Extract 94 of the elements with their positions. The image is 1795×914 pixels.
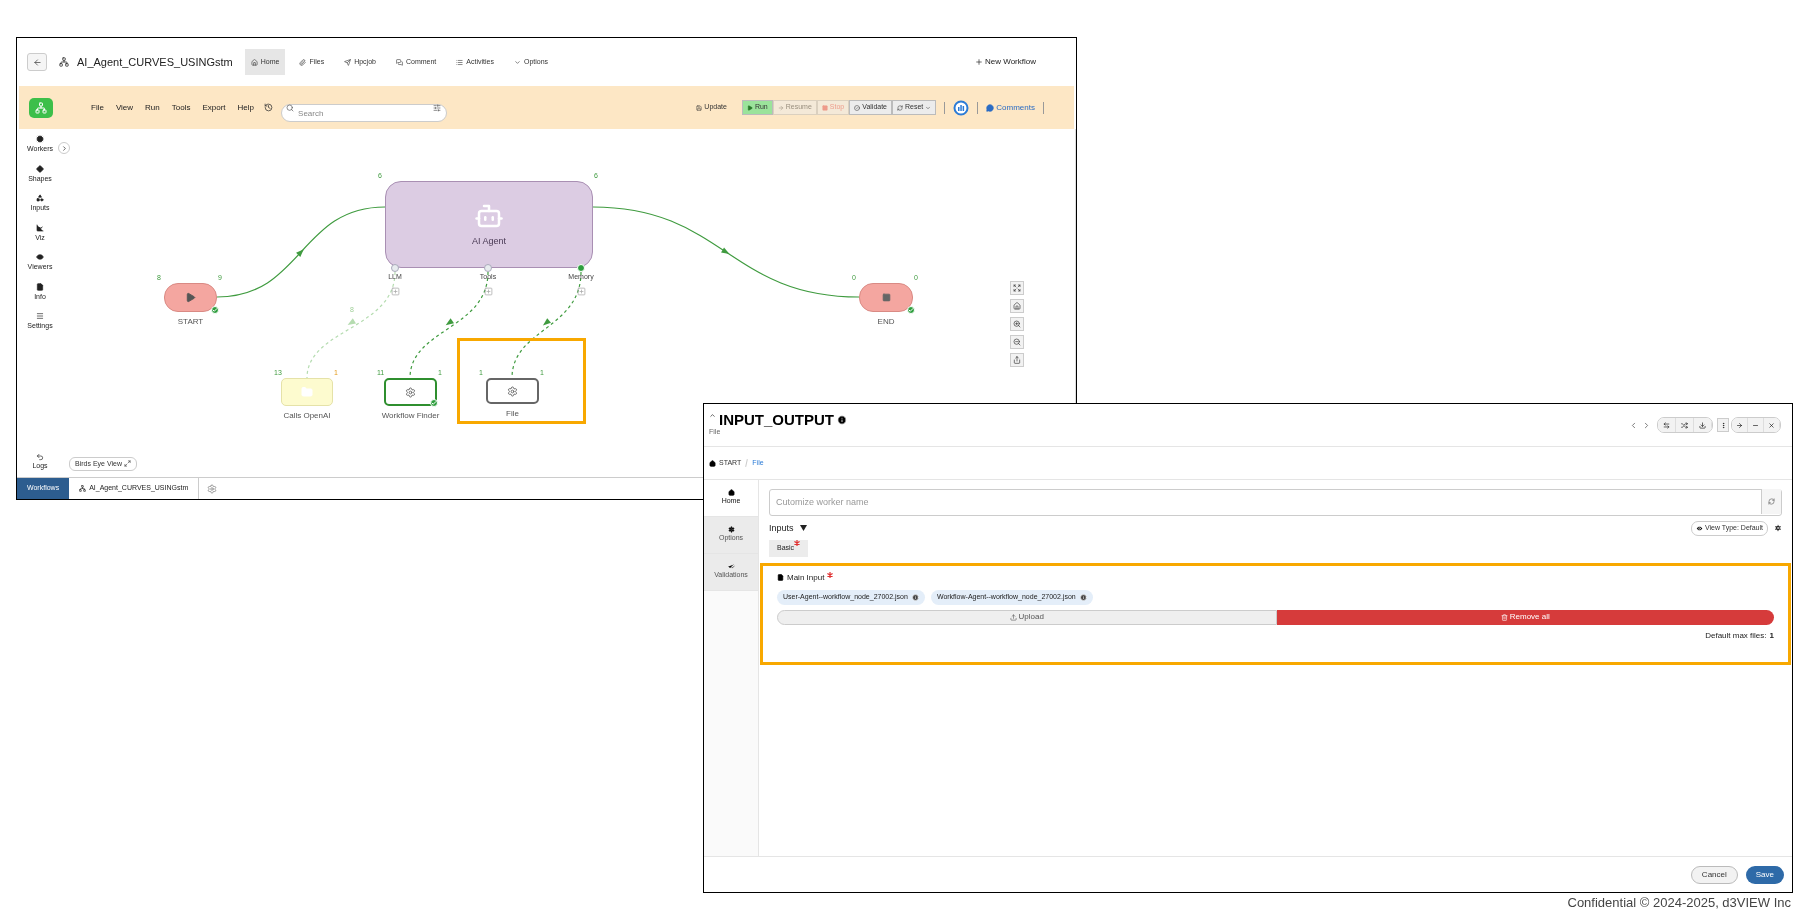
file-icon (777, 574, 784, 581)
menu-item[interactable]: View (113, 101, 136, 114)
chart-icon (36, 223, 44, 232)
inputs-label: Inputs (769, 521, 794, 535)
close-icon[interactable] (1764, 418, 1780, 432)
app-logo (29, 97, 53, 118)
back-icon[interactable] (27, 53, 47, 71)
download-icon[interactable] (1694, 418, 1712, 432)
stop-icon (881, 293, 891, 302)
stop-icon (821, 104, 828, 111)
plus-icon (975, 58, 983, 66)
menu-item[interactable]: Help (235, 101, 257, 114)
paperclip-icon (299, 58, 307, 66)
agent-node[interactable]: AI Agent (385, 181, 593, 268)
upload-button[interactable]: Upload (777, 609, 1277, 625)
add-icon[interactable] (390, 287, 400, 296)
search-icon (286, 103, 295, 112)
expand-icon[interactable] (58, 142, 70, 154)
dialog-title: INPUT_OUTPUT (719, 412, 834, 428)
dialog-button[interactable]: Cancel (1690, 865, 1738, 884)
save-icon (696, 104, 703, 111)
section-label: Main Input (787, 571, 825, 584)
previous-icon[interactable] (1629, 420, 1638, 430)
more-icon[interactable] (1717, 418, 1729, 432)
workflow-icon (59, 57, 69, 67)
next-icon[interactable] (1642, 420, 1651, 430)
workflow-title: AI_Agent_CURVES_USINGstm (77, 54, 233, 70)
node-label: START (176, 316, 205, 328)
menu-item[interactable]: Run (143, 101, 162, 114)
add-icon[interactable] (576, 287, 586, 296)
end-node[interactable] (859, 283, 913, 312)
node[interactable] (486, 378, 539, 404)
export-icon[interactable] (1010, 353, 1024, 367)
menu-item[interactable]: Export (200, 101, 228, 114)
search-field[interactable]: Search (281, 104, 448, 122)
play-icon (746, 104, 753, 111)
remove-all-button[interactable]: Remove all (1276, 609, 1774, 625)
start-node[interactable] (164, 283, 217, 312)
folder-icon (301, 386, 313, 398)
comments-button[interactable]: Comments (986, 101, 1035, 114)
chat-bubble-icon (986, 103, 995, 112)
max-files-label: Default max files: (1705, 629, 1767, 642)
port[interactable] (484, 264, 492, 272)
info-icon (1079, 593, 1087, 601)
paper-plane-icon (344, 58, 352, 66)
settings-icon[interactable] (1774, 524, 1782, 533)
collapse-icon[interactable] (709, 412, 716, 420)
refresh-icon (897, 104, 903, 111)
node-label: Workflow Finder (380, 410, 441, 422)
zoom-out-icon[interactable] (1010, 335, 1024, 349)
check-icon (430, 399, 438, 407)
fit-icon[interactable] (1010, 281, 1024, 295)
worker-name-field[interactable]: Cutomize worker name (769, 488, 1782, 516)
check-circle-icon (854, 104, 861, 111)
diamond-icon (36, 164, 44, 173)
caret-icon (513, 58, 521, 66)
undo-icon (36, 452, 44, 461)
check-icon (211, 306, 219, 314)
filter-icon[interactable] (799, 525, 807, 532)
menu-item[interactable]: File (89, 101, 106, 114)
port[interactable] (391, 264, 399, 272)
shuffle-icon[interactable] (1676, 418, 1694, 432)
expand-icon (123, 460, 131, 468)
dialog-button[interactable]: Save (1745, 865, 1784, 884)
chat-icon (395, 58, 403, 66)
progress-ring-icon[interactable] (953, 99, 970, 116)
arrow-right-icon[interactable] (1732, 418, 1748, 432)
node[interactable] (384, 378, 437, 406)
footer-text: Confidential © 2024-2025, d3VIEW Inc (1567, 893, 1791, 912)
workflow-icon (79, 485, 87, 492)
zoom-in-icon[interactable] (1010, 317, 1024, 331)
menu-icon (36, 312, 44, 320)
document-icon (36, 282, 44, 291)
node-label: AI Agent (472, 234, 506, 248)
refresh-icon[interactable] (1761, 489, 1781, 514)
play-icon (185, 292, 196, 303)
swap-icon[interactable] (1658, 418, 1676, 432)
add-icon[interactable] (483, 287, 493, 296)
node-label: File (505, 408, 520, 420)
caret-icon (925, 104, 932, 111)
info-icon (911, 593, 919, 601)
menu-item[interactable]: Tools (169, 101, 193, 114)
history-icon[interactable] (264, 103, 274, 112)
check-icon (907, 306, 915, 314)
info-icon[interactable] (837, 414, 847, 425)
shapes-icon (36, 194, 44, 202)
new-workflow-button[interactable]: New Workflow (975, 56, 1036, 68)
node-label: Calls OpenAI (282, 410, 332, 422)
node-label: END (876, 316, 896, 328)
upload-icon (1009, 613, 1017, 621)
trash-icon (1500, 613, 1508, 621)
list-icon (456, 58, 464, 66)
arrow-right-icon (777, 104, 784, 111)
max-files-value: 1 (1769, 629, 1774, 642)
